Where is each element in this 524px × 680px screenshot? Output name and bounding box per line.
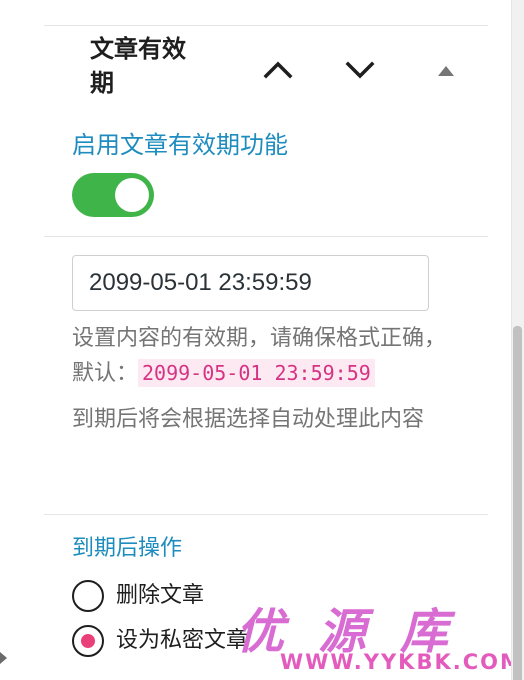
move-up-button[interactable]	[258, 50, 298, 90]
expiry-help-text: 设置内容的有效期，请确保格式正确，默认： 2099-05-01 23:59:59 …	[72, 322, 456, 437]
default-date-code: 2099-05-01 23:59:59	[138, 359, 375, 387]
chevron-up-icon	[263, 61, 293, 79]
enable-expiry-toggle[interactable]	[72, 173, 154, 217]
corner-arrow-icon	[0, 652, 7, 664]
radio-option-delete[interactable]: 删除文章	[72, 580, 204, 612]
collapse-panel-button[interactable]	[426, 52, 466, 92]
radio-button[interactable]	[72, 580, 104, 612]
scrollbar[interactable]	[511, 0, 524, 680]
radio-option-private[interactable]: 设为私密文章	[72, 625, 248, 657]
divider	[44, 514, 488, 515]
divider	[44, 25, 488, 26]
toggle-knob	[115, 178, 149, 212]
watermark-url: WWW.YYKBK.COM	[280, 650, 523, 674]
enable-expiry-label: 启用文章有效期功能	[72, 131, 288, 159]
help-paragraph-2: 到期后将会根据选择自动处理此内容	[72, 407, 425, 432]
move-down-button[interactable]	[340, 50, 380, 90]
radio-button-checked[interactable]	[72, 625, 104, 657]
expiry-date-input[interactable]	[72, 255, 429, 311]
chevron-down-icon	[345, 61, 375, 79]
expiry-action-label: 到期后操作	[72, 536, 183, 561]
triangle-up-icon	[438, 66, 454, 76]
help-paragraph: 设置内容的有效期，请确保格式正确，默认： 2099-05-01 23:59:59	[72, 322, 456, 391]
post-expiry-panel: 文章有效期 启用文章有效期功能 设置内容的有效期，请确保格式正确，默认：2099…	[0, 0, 524, 680]
scrollbar-thumb[interactable]	[513, 326, 522, 680]
watermark-char: 优	[236, 604, 285, 660]
panel-title: 文章有效期	[90, 35, 186, 97]
divider	[44, 236, 488, 237]
site-watermark: 优 源 库 WWW.YYKBK.COM	[228, 592, 521, 680]
radio-label: 删除文章	[116, 583, 205, 608]
